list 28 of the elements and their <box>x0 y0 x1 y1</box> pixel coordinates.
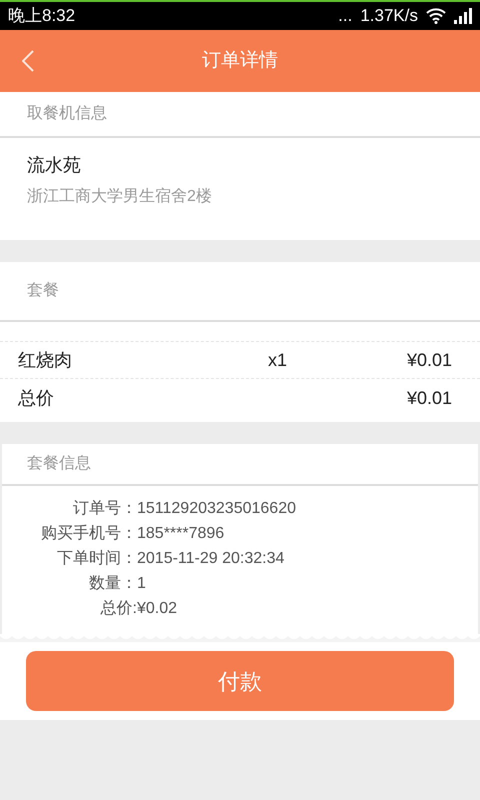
section-heading: 取餐机信息 <box>0 92 480 138</box>
signal-icon <box>454 8 472 24</box>
total-price: ¥0.01 <box>406 386 452 410</box>
item-name: 红烧肉 <box>18 348 73 372</box>
info-label: 购买手机号： <box>40 524 137 544</box>
info-label: 数量： <box>88 574 137 594</box>
info-label: 总价: <box>100 599 137 619</box>
section-heading: 套餐信息 <box>2 444 478 486</box>
item-quantity: x1 <box>268 348 288 372</box>
network-speed: 1.37K/s <box>360 5 418 28</box>
info-value: 1 <box>137 574 146 594</box>
status-dots: ... <box>338 5 352 28</box>
machine-address: 浙江工商大学男生宿舍2楼 <box>26 186 213 207</box>
info-value: ¥0.02 <box>137 599 178 619</box>
page-title: 订单详情 <box>202 48 278 73</box>
info-value: 2015-11-29 20:32:34 <box>137 549 284 569</box>
item-price: ¥0.01 <box>406 348 452 372</box>
back-icon <box>22 50 34 72</box>
total-label: 总价 <box>18 386 54 410</box>
info-value: 185****7896 <box>137 524 224 544</box>
pay-button[interactable]: 付款 <box>26 651 454 711</box>
wifi-icon <box>426 8 446 24</box>
machine-name: 流水苑 <box>26 154 82 177</box>
info-value: 151129203235016620 <box>137 499 296 519</box>
info-label: 下单时间： <box>56 548 137 569</box>
status-time: 晚上8:32 <box>8 5 76 28</box>
info-label: 订单号： <box>72 499 137 519</box>
section-heading: 套餐 <box>0 262 480 322</box>
